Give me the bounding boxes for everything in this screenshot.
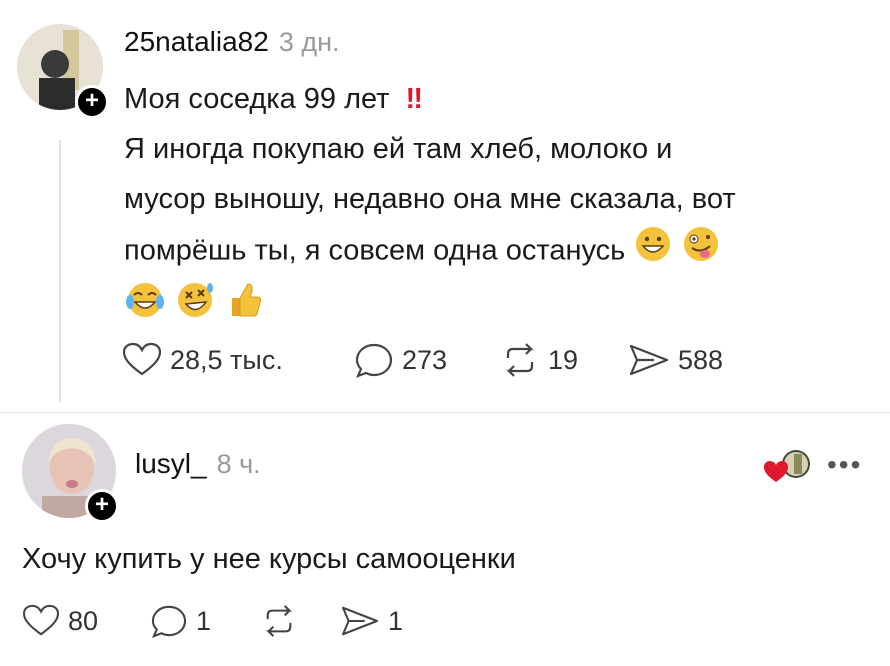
zany-face-icon: [681, 224, 721, 280]
comment-bubble-icon: [151, 605, 187, 638]
post-text-line-3: помрёшь ты, я совсем одна останусь: [124, 224, 864, 280]
comment-count: 273: [402, 344, 448, 375]
share-button[interactable]: 588: [628, 342, 758, 378]
reply-comment-button[interactable]: 1: [150, 604, 260, 638]
like-button[interactable]: 28,5 тыс.: [122, 342, 354, 378]
share-send-icon: [629, 344, 669, 376]
post-title-line: Моя соседка 99 лет ‼: [124, 83, 424, 115]
post-username[interactable]: 25natalia82: [124, 26, 269, 58]
thumbs-up-icon: [224, 280, 264, 336]
double-exclamation-mark: ‼: [405, 83, 424, 115]
reply-username[interactable]: lusyl_: [135, 448, 207, 480]
reply-comment-count: 1: [196, 605, 212, 636]
reply-time: 8 ч.: [216, 449, 261, 479]
more-options-button[interactable]: •••: [827, 449, 862, 481]
comment-button[interactable]: 273: [354, 342, 500, 378]
repost-button[interactable]: 19: [500, 342, 628, 378]
share-count: 588: [678, 344, 724, 375]
thread-line: [59, 140, 61, 402]
repost-icon: [266, 605, 292, 637]
reply-like-button[interactable]: 80: [22, 604, 150, 638]
post-time: 3 дн.: [278, 27, 340, 57]
rolling-laughing-icon: [174, 280, 216, 336]
like-count: 28,5 тыс.: [170, 344, 283, 375]
follow-plus-button-reply[interactable]: +: [85, 489, 119, 523]
follow-plus-button[interactable]: +: [75, 85, 109, 119]
post-emoji-line: [124, 280, 864, 330]
more-dots-icon: •••: [827, 449, 863, 480]
tears-of-joy-icon: [124, 280, 166, 336]
reply-share-button[interactable]: 1: [340, 604, 440, 638]
reply-like-count: 80: [68, 605, 99, 636]
comment-bubble-icon: [355, 343, 393, 378]
author-liked-icon: [764, 448, 810, 489]
repost-count: 19: [548, 344, 579, 375]
heart-icon: [122, 342, 162, 376]
heart-icon: [22, 604, 60, 636]
reply-share-count: 1: [388, 605, 404, 636]
reply-repost-button[interactable]: [260, 604, 340, 638]
reply-text: Хочу купить у нее курсы самооценки: [22, 543, 516, 575]
post-text-line-2: мусор выношу, недавно она мне сказала, в…: [124, 183, 736, 215]
post-text: Моя соседка 99 лет ‼ Я иногда покупаю ей…: [124, 74, 864, 330]
divider: [0, 412, 890, 413]
post-text-line-1: Я иногда покупаю ей там хлеб, молоко и: [124, 133, 673, 165]
repost-icon: [506, 343, 534, 377]
share-send-icon: [341, 606, 379, 636]
grinning-face-icon: [633, 224, 673, 280]
